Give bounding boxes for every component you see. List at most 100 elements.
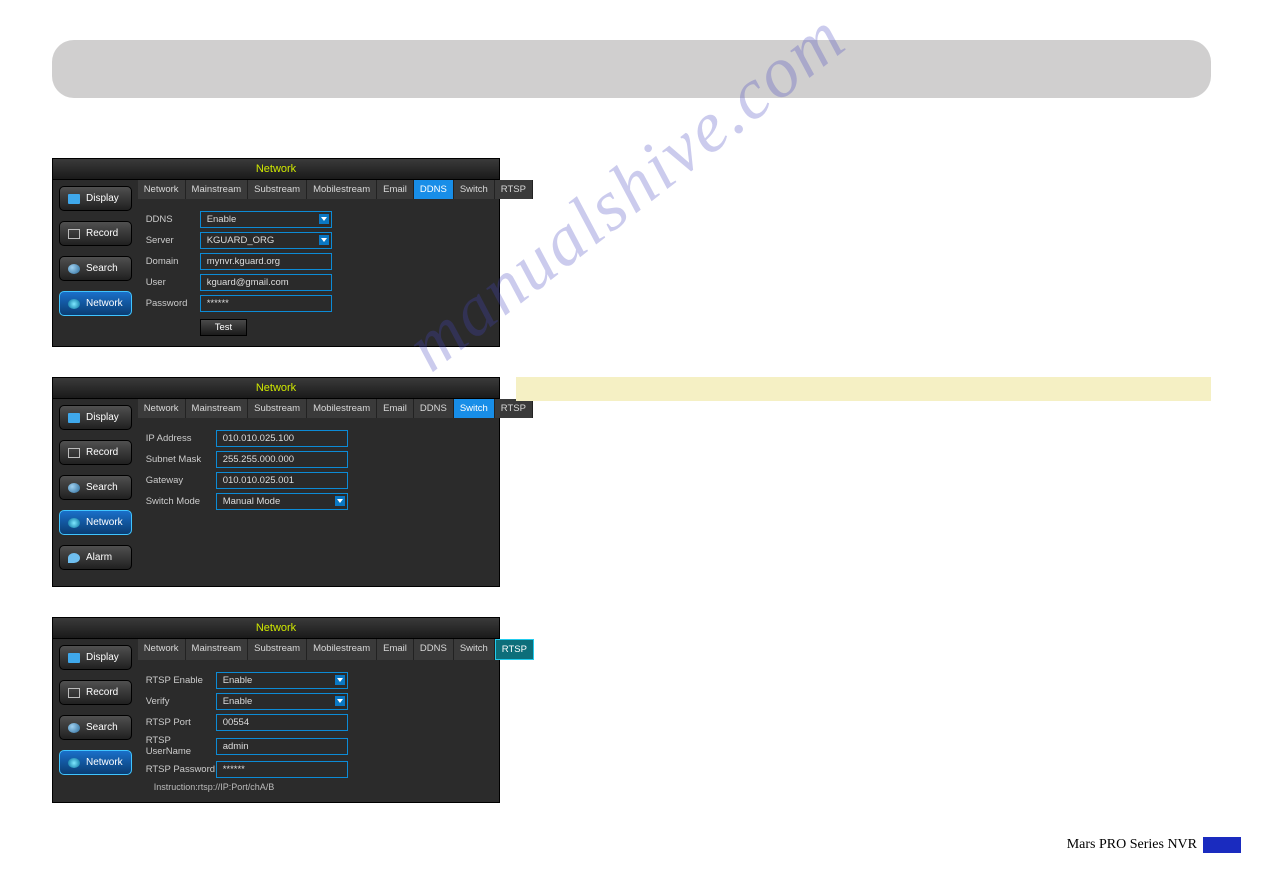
sidebar-item-network[interactable]: Network bbox=[59, 750, 132, 775]
sidebar-item-label: Network bbox=[86, 757, 123, 768]
server-select[interactable]: KGUARD_ORG bbox=[200, 232, 332, 249]
tab-email[interactable]: Email bbox=[377, 399, 414, 418]
user-input[interactable]: kguard@gmail.com bbox=[200, 274, 332, 291]
sidebar-item-label: Display bbox=[86, 412, 119, 423]
rtsp-username-label: RTSP UserName bbox=[146, 735, 216, 757]
rtsp-enable-label: RTSP Enable bbox=[146, 675, 216, 686]
switch-mode-select[interactable]: Manual Mode bbox=[216, 493, 348, 510]
rtsp-username-input[interactable]: admin bbox=[216, 738, 348, 755]
tab-mainstream[interactable]: Mainstream bbox=[186, 399, 249, 418]
tab-ddns[interactable]: DDNS bbox=[414, 399, 454, 418]
tab-email[interactable]: Email bbox=[377, 180, 414, 199]
tab-switch[interactable]: Switch bbox=[454, 399, 495, 418]
chevron-down-icon bbox=[319, 235, 329, 245]
verify-select[interactable]: Enable bbox=[216, 693, 348, 710]
sidebar-item-label: Network bbox=[86, 517, 123, 528]
sidebar-item-search[interactable]: Search bbox=[59, 256, 132, 281]
sidebar-item-label: Record bbox=[86, 447, 118, 458]
tab-mobilestream[interactable]: Mobilestream bbox=[307, 639, 377, 660]
domain-label: Domain bbox=[146, 256, 200, 267]
display-icon bbox=[68, 194, 80, 204]
rtsp-port-label: RTSP Port bbox=[146, 717, 216, 728]
tab-switch[interactable]: Switch bbox=[454, 639, 495, 660]
nvr-screenshot-rtsp: Network Display Record Search Network Ne… bbox=[52, 617, 500, 803]
ddns-select[interactable]: Enable bbox=[200, 211, 332, 228]
tab-network[interactable]: Network bbox=[138, 180, 186, 199]
user-label: User bbox=[146, 277, 200, 288]
note-box bbox=[516, 377, 1211, 401]
test-button[interactable]: Test bbox=[200, 319, 247, 336]
password-label: Password bbox=[146, 298, 200, 309]
page-title-bar bbox=[52, 40, 1211, 98]
tab-email[interactable]: Email bbox=[377, 639, 414, 660]
record-icon bbox=[68, 688, 80, 698]
chevron-down-icon bbox=[335, 675, 345, 685]
nvr-screenshot-switch: Network Display Record Search Network Al… bbox=[52, 377, 500, 587]
rtsp-enable-select[interactable]: Enable bbox=[216, 672, 348, 689]
sidebar-item-record[interactable]: Record bbox=[59, 440, 132, 465]
tab-substream[interactable]: Substream bbox=[248, 399, 307, 418]
sidebar-item-record[interactable]: Record bbox=[59, 221, 132, 246]
tabs: Network Mainstream Substream Mobilestrea… bbox=[138, 180, 533, 199]
sidebar-item-label: Network bbox=[86, 298, 123, 309]
sidebar-item-network[interactable]: Network bbox=[59, 510, 132, 535]
sidebar-item-label: Record bbox=[86, 228, 118, 239]
sidebar-item-label: Display bbox=[86, 193, 119, 204]
tab-switch[interactable]: Switch bbox=[454, 180, 495, 199]
window-title: Network bbox=[53, 159, 499, 180]
sidebar-item-label: Record bbox=[86, 687, 118, 698]
network-icon bbox=[68, 758, 80, 768]
footer: Mars PRO Series NVR bbox=[1067, 837, 1241, 853]
sidebar-item-network[interactable]: Network bbox=[59, 291, 132, 316]
ddns-label: DDNS bbox=[146, 214, 200, 225]
rtsp-port-input[interactable]: 00554 bbox=[216, 714, 348, 731]
alarm-icon bbox=[68, 553, 80, 563]
server-label: Server bbox=[146, 235, 200, 246]
tab-network[interactable]: Network bbox=[138, 399, 186, 418]
record-icon bbox=[68, 229, 80, 239]
verify-label: Verify bbox=[146, 696, 216, 707]
rtsp-instruction: Instruction:rtsp://IP:Port/chA/B bbox=[154, 782, 530, 792]
tab-ddns[interactable]: DDNS bbox=[414, 639, 454, 660]
rtsp-password-input[interactable]: ****** bbox=[216, 761, 348, 778]
search-icon bbox=[68, 723, 80, 733]
search-icon bbox=[68, 483, 80, 493]
chevron-down-icon bbox=[335, 696, 345, 706]
mask-label: Subnet Mask bbox=[146, 454, 216, 465]
domain-input[interactable]: mynvr.kguard.org bbox=[200, 253, 332, 270]
description-ddns bbox=[516, 158, 1211, 347]
ip-label: IP Address bbox=[146, 433, 216, 444]
display-icon bbox=[68, 653, 80, 663]
description-rtsp bbox=[516, 617, 1211, 803]
tab-mobilestream[interactable]: Mobilestream bbox=[307, 399, 377, 418]
tab-substream[interactable]: Substream bbox=[248, 639, 307, 660]
tab-network[interactable]: Network bbox=[138, 639, 186, 660]
password-input[interactable]: ****** bbox=[200, 295, 332, 312]
tab-ddns[interactable]: DDNS bbox=[414, 180, 454, 199]
tab-mainstream[interactable]: Mainstream bbox=[186, 639, 249, 660]
gateway-input[interactable]: 010.010.025.001 bbox=[216, 472, 348, 489]
switch-mode-label: Switch Mode bbox=[146, 496, 216, 507]
mask-input[interactable]: 255.255.000.000 bbox=[216, 451, 348, 468]
tabs: Network Mainstream Substream Mobilestrea… bbox=[138, 399, 533, 418]
sidebar-item-record[interactable]: Record bbox=[59, 680, 132, 705]
nvr-screenshot-ddns: Network Display Record Search Network Ne… bbox=[52, 158, 500, 347]
tab-mobilestream[interactable]: Mobilestream bbox=[307, 180, 377, 199]
sidebar-item-display[interactable]: Display bbox=[59, 645, 132, 670]
network-icon bbox=[68, 299, 80, 309]
sidebar-item-display[interactable]: Display bbox=[59, 405, 132, 430]
footer-badge bbox=[1203, 837, 1241, 853]
chevron-down-icon bbox=[319, 214, 329, 224]
sidebar-item-search[interactable]: Search bbox=[59, 475, 132, 500]
tab-mainstream[interactable]: Mainstream bbox=[186, 180, 249, 199]
window-title: Network bbox=[53, 618, 499, 639]
window-title: Network bbox=[53, 378, 499, 399]
search-icon bbox=[68, 264, 80, 274]
sidebar-item-display[interactable]: Display bbox=[59, 186, 132, 211]
sidebar-item-search[interactable]: Search bbox=[59, 715, 132, 740]
sidebar-item-alarm[interactable]: Alarm bbox=[59, 545, 132, 570]
tab-substream[interactable]: Substream bbox=[248, 180, 307, 199]
sidebar-item-label: Alarm bbox=[86, 552, 112, 563]
network-icon bbox=[68, 518, 80, 528]
ip-input[interactable]: 010.010.025.100 bbox=[216, 430, 348, 447]
